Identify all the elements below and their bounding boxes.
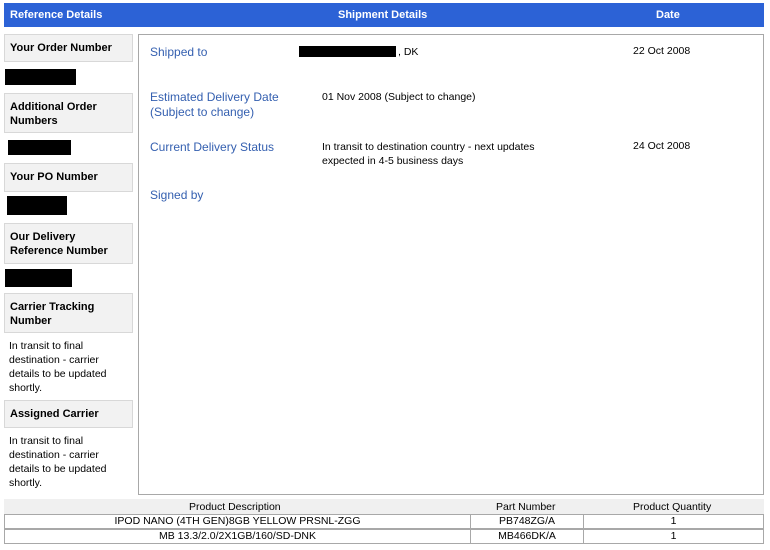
delivery-status-date: 24 Oct 2008 bbox=[633, 140, 691, 152]
assigned-carrier-label: Assigned Carrier bbox=[4, 400, 133, 428]
delivery-status-value: In transit to destination country - next… bbox=[322, 141, 535, 167]
date-heading: Date bbox=[656, 9, 680, 21]
shipped-to-label: Shipped to bbox=[150, 45, 208, 59]
table-row: IPOD NANO (4TH GEN)8GB YELLOW PRSNL-ZGG … bbox=[4, 514, 764, 529]
delivery-reference-label: Our Delivery Reference Number bbox=[4, 223, 133, 264]
product-quantity-cell: 1 bbox=[583, 515, 763, 528]
product-description-cell: IPOD NANO (4TH GEN)8GB YELLOW PRSNL-ZGG bbox=[114, 515, 361, 527]
product-description-cell: MB 13.3/2.0/2X1GB/160/SD-DNK bbox=[159, 530, 316, 542]
product-quantity-cell: 1 bbox=[583, 530, 763, 543]
additional-order-numbers-label: Additional Order Numbers bbox=[4, 93, 133, 133]
estimated-delivery-value: 01 Nov 2008 (Subject to change) bbox=[322, 91, 476, 103]
po-number-redacted bbox=[7, 196, 67, 215]
details-header-bar: Reference Details Shipment Details Date bbox=[4, 3, 764, 27]
part-number-cell: PB748ZG/A bbox=[470, 515, 583, 528]
additional-order-numbers-redacted bbox=[8, 140, 71, 155]
part-number-header: Part Number bbox=[496, 501, 556, 513]
order-number-label: Your Order Number bbox=[4, 34, 133, 62]
reference-details-heading: Reference Details bbox=[10, 9, 103, 21]
delivery-status-label: Current Delivery Status bbox=[150, 140, 275, 154]
shipment-details-panel: Shipped to , DK 22 Oct 2008 Estimated De… bbox=[138, 34, 764, 495]
shipment-details-heading: Shipment Details bbox=[338, 9, 428, 21]
shipped-to-redacted bbox=[299, 46, 396, 57]
product-quantity-header: Product Quantity bbox=[633, 501, 712, 513]
shipped-to-date: 22 Oct 2008 bbox=[633, 45, 691, 57]
carrier-tracking-text: In transit to final destination - carrie… bbox=[9, 340, 107, 394]
table-row: MB 13.3/2.0/2X1GB/160/SD-DNK MB466DK/A 1 bbox=[4, 529, 764, 544]
signed-by-label: Signed by bbox=[150, 188, 204, 202]
product-table-header: Product Description Part Number Product … bbox=[4, 499, 764, 515]
part-number-cell: MB466DK/A bbox=[470, 530, 583, 543]
po-number-label: Your PO Number bbox=[4, 163, 133, 192]
carrier-tracking-label: Carrier Tracking Number bbox=[4, 293, 133, 333]
assigned-carrier-text: In transit to final destination - carrie… bbox=[9, 435, 107, 489]
order-number-redacted bbox=[5, 69, 76, 85]
shipped-to-country: , DK bbox=[398, 46, 419, 58]
delivery-reference-redacted bbox=[5, 269, 72, 287]
product-description-header: Product Description bbox=[189, 501, 281, 513]
estimated-delivery-label: Estimated Delivery Date (Subject to chan… bbox=[150, 90, 279, 119]
